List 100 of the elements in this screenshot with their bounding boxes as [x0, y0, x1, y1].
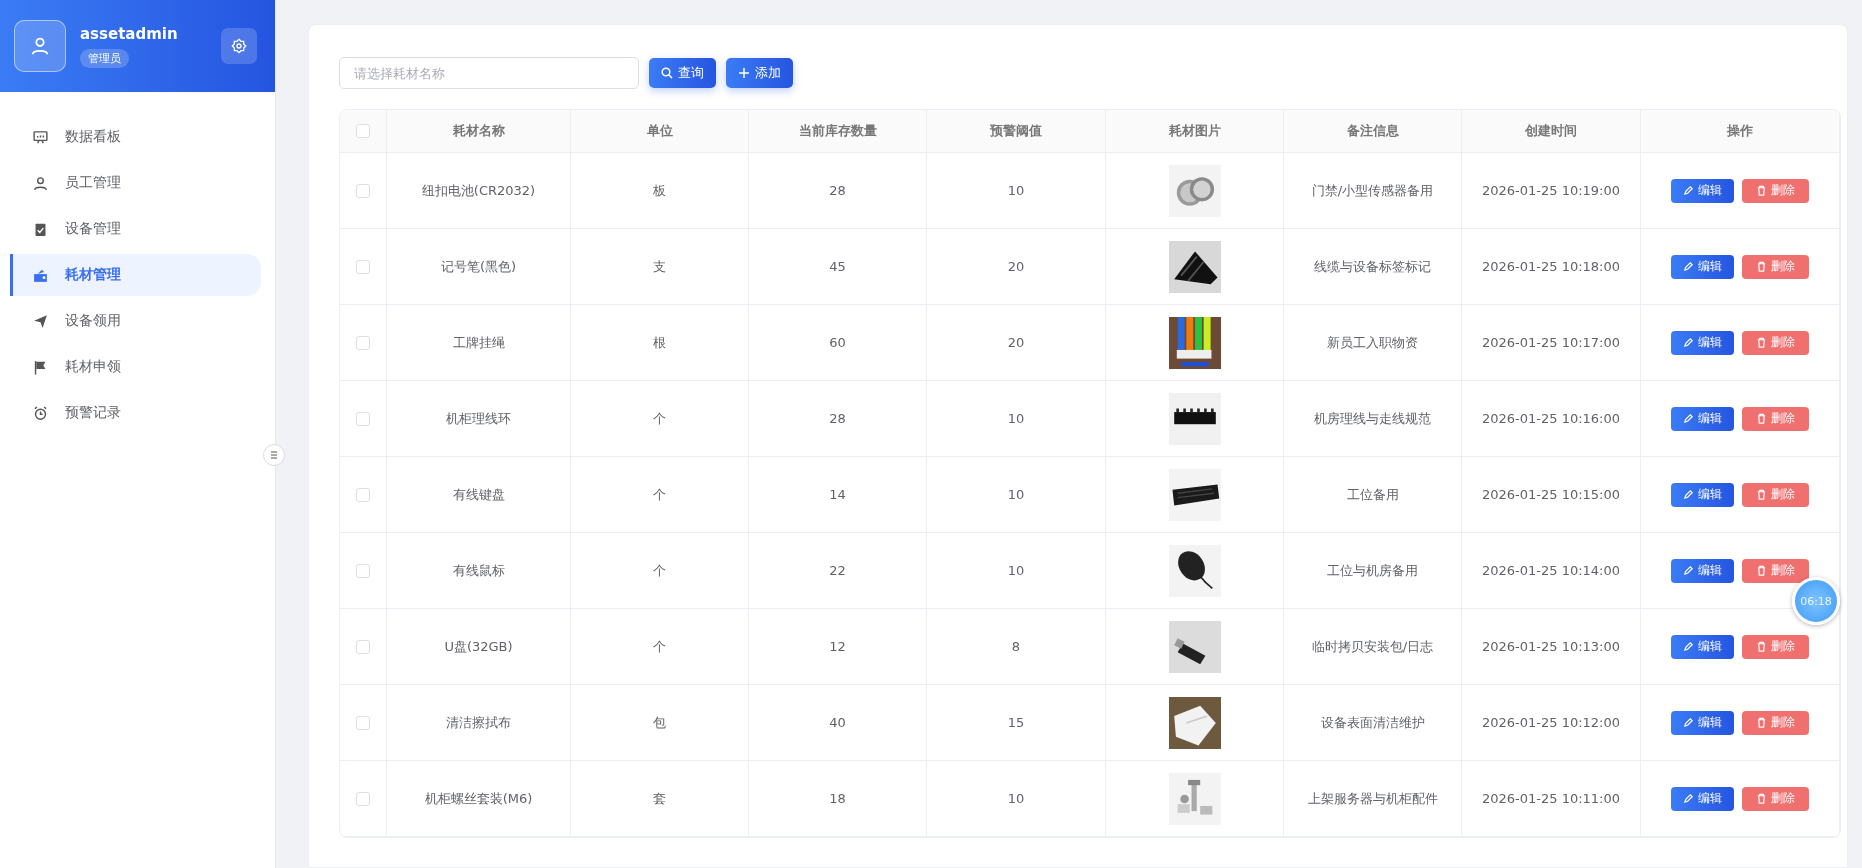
trash-icon	[1756, 641, 1767, 652]
table-cell: 20	[927, 305, 1106, 380]
plus-icon	[738, 67, 750, 79]
table-cell: 记号笔(黑色)	[387, 229, 571, 304]
role-tag: 管理员	[80, 48, 129, 68]
pencil-icon	[1683, 261, 1694, 272]
column-header: 当前库存数量	[749, 110, 927, 152]
edit-button[interactable]: 编辑	[1671, 558, 1734, 583]
table-cell: 10	[927, 381, 1106, 456]
edit-button[interactable]: 编辑	[1671, 634, 1734, 659]
table-cell: 临时拷贝安装包/日志	[1284, 609, 1462, 684]
delete-button[interactable]: 删除	[1742, 178, 1809, 203]
settings-button[interactable]	[221, 28, 257, 64]
delete-button[interactable]: 删除	[1742, 786, 1809, 811]
table-cell: 个	[571, 533, 749, 608]
row-checkbox[interactable]	[356, 791, 370, 806]
delete-button[interactable]: 删除	[1742, 710, 1809, 735]
table-cell: U盘(32GB)	[387, 609, 571, 684]
row-checkbox[interactable]	[356, 183, 370, 198]
table-cell: 套	[571, 761, 749, 836]
sidebar-item[interactable]: 耗材管理	[10, 254, 261, 296]
table-cell: 个	[571, 457, 749, 532]
table-cell: 2026-01-25 10:13:00	[1462, 609, 1641, 684]
delete-button[interactable]: 删除	[1742, 254, 1809, 279]
table-cell: 2026-01-25 10:12:00	[1462, 685, 1641, 760]
table-cell: 2026-01-25 10:18:00	[1462, 229, 1641, 304]
table-cell: 14	[749, 457, 927, 532]
sidebar-item[interactable]: 员工管理	[10, 162, 261, 204]
edit-button[interactable]: 编辑	[1671, 710, 1734, 735]
edit-button[interactable]: 编辑	[1671, 406, 1734, 431]
row-checkbox[interactable]	[356, 715, 370, 730]
table-cell: 22	[749, 533, 927, 608]
table-cell: 有线键盘	[387, 457, 571, 532]
person-icon	[32, 174, 49, 192]
sidebar-item[interactable]: 预警记录	[10, 392, 261, 434]
sidebar-item[interactable]: 设备领用	[10, 300, 261, 342]
pencil-icon	[1683, 489, 1694, 500]
row-checkbox[interactable]	[356, 335, 370, 350]
column-header: 耗材图片	[1106, 110, 1284, 152]
search-button[interactable]: 查询	[649, 58, 716, 88]
table-cell: 机柜螺丝套装(M6)	[387, 761, 571, 836]
trash-icon	[1756, 185, 1767, 196]
edit-button[interactable]: 编辑	[1671, 178, 1734, 203]
paper-plane-icon	[32, 312, 49, 330]
table-cell: 40	[749, 685, 927, 760]
table-cell: 2026-01-25 10:11:00	[1462, 761, 1641, 836]
trash-icon	[1756, 261, 1767, 272]
search-icon	[661, 67, 673, 79]
pencil-icon	[1683, 717, 1694, 728]
table-cell: 15	[927, 685, 1106, 760]
table-cell: 板	[571, 153, 749, 228]
alarm-clock-icon	[32, 404, 49, 422]
table-cell: 2026-01-25 10:15:00	[1462, 457, 1641, 532]
user-name: assetadmin	[80, 24, 178, 43]
delete-button[interactable]: 删除	[1742, 634, 1809, 659]
table-cell: 纽扣电池(CR2032)	[387, 153, 571, 228]
trash-icon	[1756, 337, 1767, 348]
edit-button[interactable]: 编辑	[1671, 786, 1734, 811]
table-cell: 18	[749, 761, 927, 836]
edit-button[interactable]: 编辑	[1671, 330, 1734, 355]
delete-button[interactable]: 删除	[1742, 330, 1809, 355]
table-cell: 工位与机房备用	[1284, 533, 1462, 608]
edit-button[interactable]: 编辑	[1671, 482, 1734, 507]
sidebar-item[interactable]: 数据看板	[10, 116, 261, 158]
sidebar-item[interactable]: 耗材申领	[10, 346, 261, 388]
table-cell: 10	[927, 153, 1106, 228]
trash-icon	[1756, 793, 1767, 804]
table-cell: 门禁/小型传感器备用	[1284, 153, 1462, 228]
column-header: 预警阈值	[927, 110, 1106, 152]
dashboard-icon	[32, 128, 49, 146]
row-checkbox[interactable]	[356, 411, 370, 426]
pencil-icon	[1683, 413, 1694, 424]
table-cell: 2026-01-25 10:16:00	[1462, 381, 1641, 456]
column-header: 操作	[1641, 110, 1840, 152]
table-cell: 45	[749, 229, 927, 304]
row-checkbox[interactable]	[356, 259, 370, 274]
table-cell: 工牌挂绳	[387, 305, 571, 380]
row-checkbox[interactable]	[356, 563, 370, 578]
delete-button[interactable]: 删除	[1742, 406, 1809, 431]
sidebar-item[interactable]: 设备管理	[10, 208, 261, 250]
pencil-icon	[1683, 185, 1694, 196]
collapse-handle-icon[interactable]	[263, 444, 285, 466]
column-header: 创建时间	[1462, 110, 1641, 152]
row-checkbox[interactable]	[356, 639, 370, 654]
add-button[interactable]: 添加	[726, 58, 793, 88]
select-all-checkbox[interactable]	[356, 124, 370, 138]
table-cell: 8	[927, 609, 1106, 684]
edit-button[interactable]: 编辑	[1671, 254, 1734, 279]
trash-icon	[1756, 565, 1767, 576]
pencil-icon	[1683, 793, 1694, 804]
trash-icon	[1756, 489, 1767, 500]
delete-button[interactable]: 删除	[1742, 558, 1809, 583]
search-field[interactable]: 请选择耗材名称	[339, 57, 639, 89]
gear-icon	[231, 38, 247, 54]
table-cell: 新员工入职物资	[1284, 305, 1462, 380]
table-cell: 个	[571, 609, 749, 684]
row-checkbox[interactable]	[356, 487, 370, 502]
table-cell: 10	[927, 533, 1106, 608]
column-header: 单位	[571, 110, 749, 152]
delete-button[interactable]: 删除	[1742, 482, 1809, 507]
